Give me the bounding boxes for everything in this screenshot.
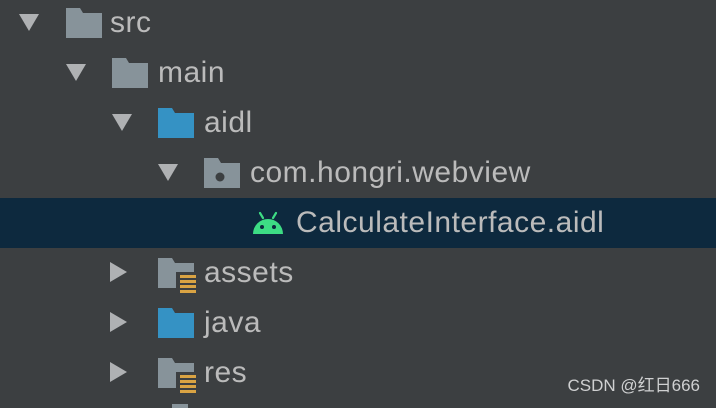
tree-node-label: main [158, 56, 226, 89]
project-tree: src main aidl com.hongri.webview Calcula… [0, 0, 716, 408]
tree-node-file-selected[interactable]: CalculateInterface.aidl [0, 198, 716, 248]
watermark: CSDN @红日666 [567, 376, 700, 395]
tree-node-label: java [204, 306, 262, 339]
tree-node-aidl[interactable]: aidl [0, 100, 716, 150]
source-folder-icon [158, 108, 194, 138]
tree-node-label: res [204, 356, 248, 389]
folder-icon [66, 8, 102, 38]
tree-node-partial [0, 400, 716, 408]
chevron-right-icon[interactable] [110, 362, 127, 382]
tree-node-label: aidl [204, 106, 253, 139]
folder-icon [172, 404, 188, 408]
source-folder-icon [158, 308, 194, 338]
chevron-down-icon[interactable] [112, 114, 132, 131]
tree-node-assets[interactable]: assets [0, 248, 716, 298]
chevron-right-icon[interactable] [110, 312, 127, 332]
android-icon [253, 211, 283, 234]
tree-node-main[interactable]: main [0, 50, 716, 100]
tree-node-label: src [110, 6, 152, 39]
tree-node-label: CalculateInterface.aidl [296, 206, 605, 239]
package-folder-icon [204, 158, 240, 188]
chevron-down-icon[interactable] [66, 64, 86, 81]
chevron-down-icon[interactable] [158, 164, 178, 181]
folder-icon [112, 58, 148, 88]
resource-folder-icon [158, 258, 198, 294]
chevron-right-icon[interactable] [110, 262, 127, 282]
tree-node-label: com.hongri.webview [250, 156, 531, 189]
tree-node-java[interactable]: java [0, 298, 716, 348]
resource-folder-icon [158, 358, 198, 394]
tree-node-label: assets [204, 256, 294, 289]
tree-node-src[interactable]: src [0, 0, 716, 50]
tree-node-package[interactable]: com.hongri.webview [0, 150, 716, 200]
chevron-down-icon[interactable] [19, 14, 39, 31]
